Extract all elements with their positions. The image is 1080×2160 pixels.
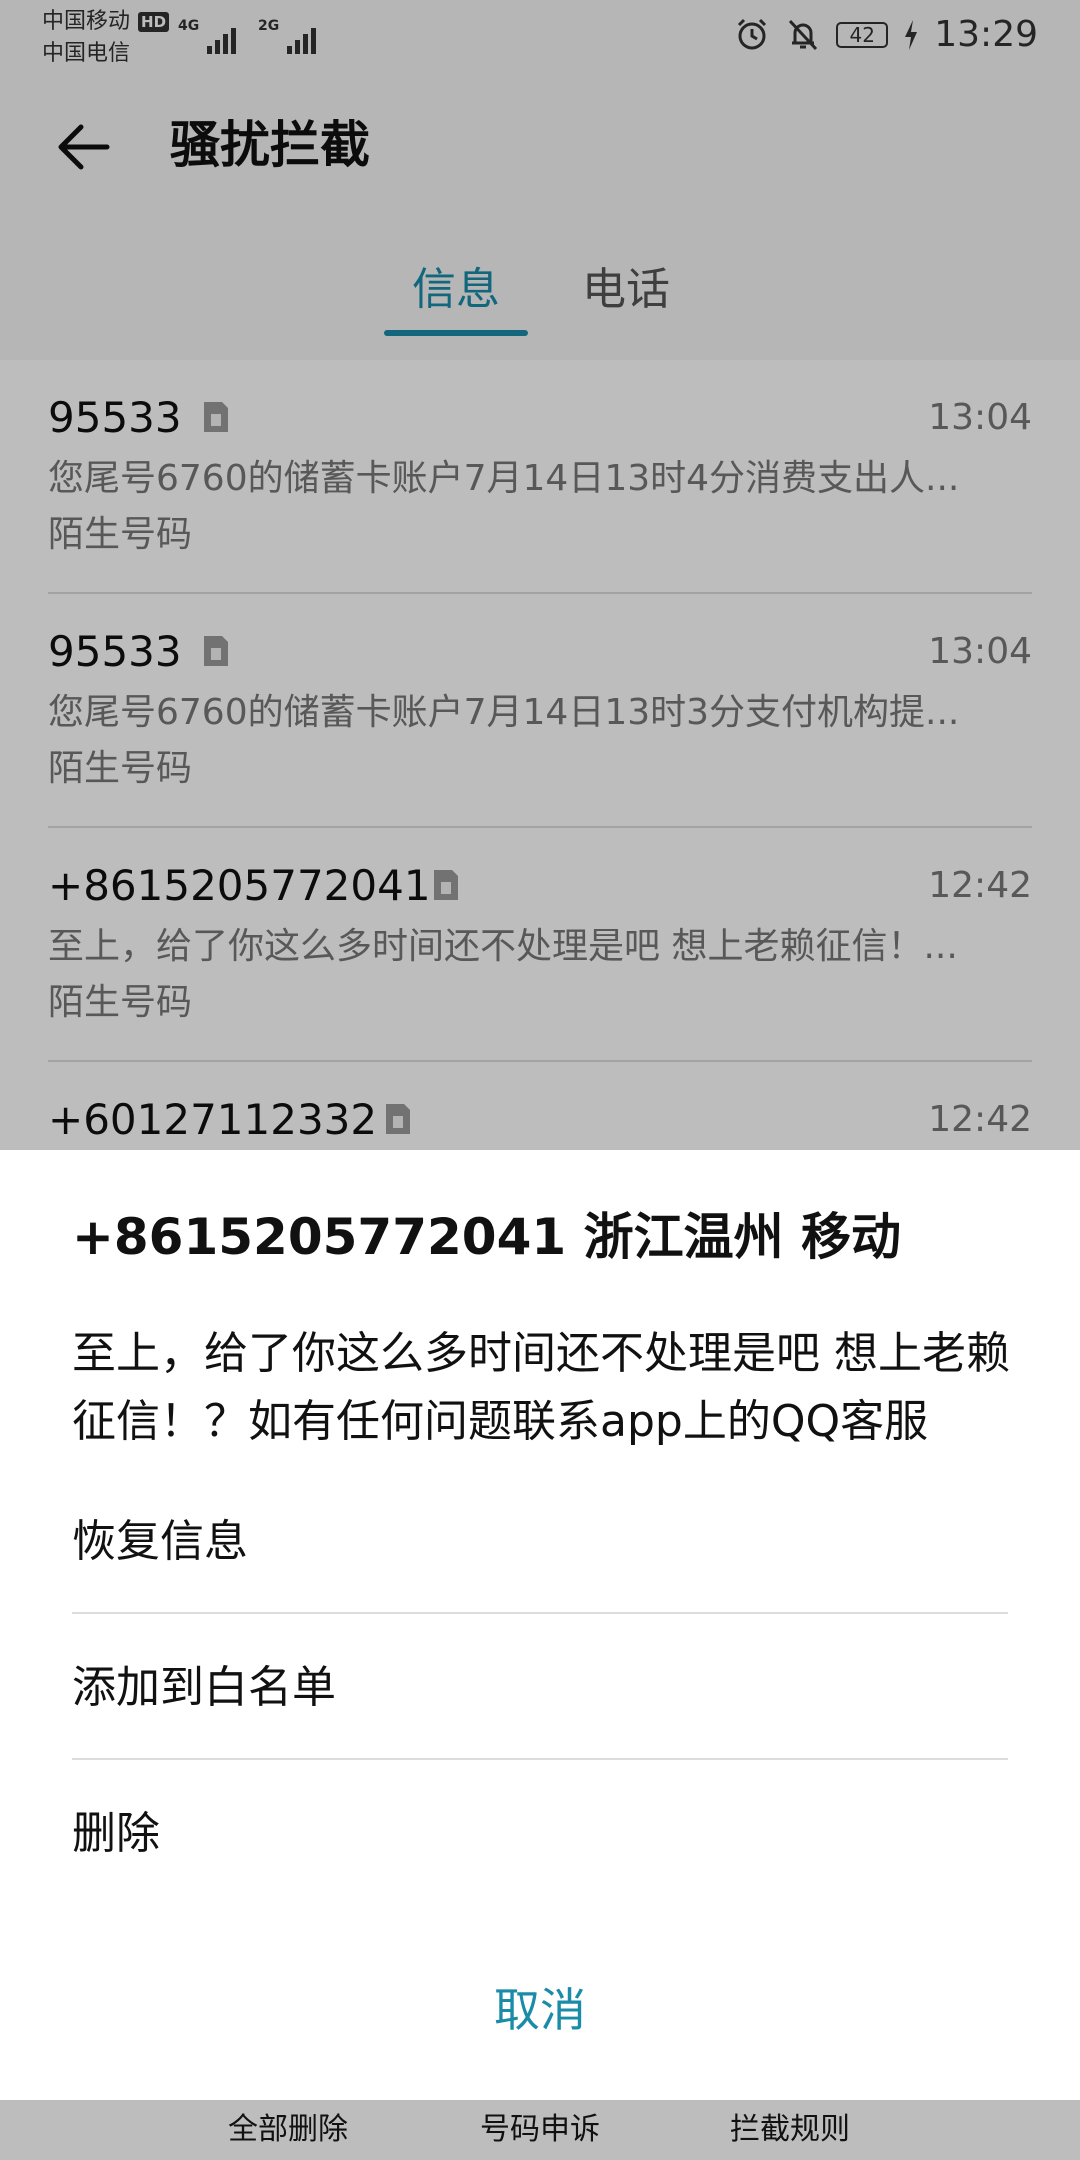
sheet-message-body: 至上，给了你这么多时间还不处理是吧 想上老赖征信！？如有任何问题联系app上的Q… (72, 1328, 1010, 1447)
delete-all-button[interactable]: 全部删除 (178, 2100, 398, 2160)
cancel-button[interactable]: 取消 (340, 1970, 740, 2050)
restore-message-button[interactable]: 恢复信息 (72, 1470, 1008, 1614)
bottom-toolbar: 全部删除 号码申诉 拦截规则 (0, 2100, 1080, 2160)
delete-button[interactable]: 删除 (72, 1762, 1008, 1906)
add-to-whitelist-button[interactable]: 添加到白名单 (72, 1616, 1008, 1760)
dim-overlay[interactable] (0, 0, 1080, 1150)
block-rules-button[interactable]: 拦截规则 (680, 2100, 900, 2160)
number-appeal-button[interactable]: 号码申诉 (430, 2100, 650, 2160)
sheet-title: +8615205772041 浙江温州 移动 (72, 1208, 901, 1266)
message-action-sheet: +8615205772041 浙江温州 移动 至上，给了你这么多时间还不处理是吧… (0, 1150, 1080, 2100)
